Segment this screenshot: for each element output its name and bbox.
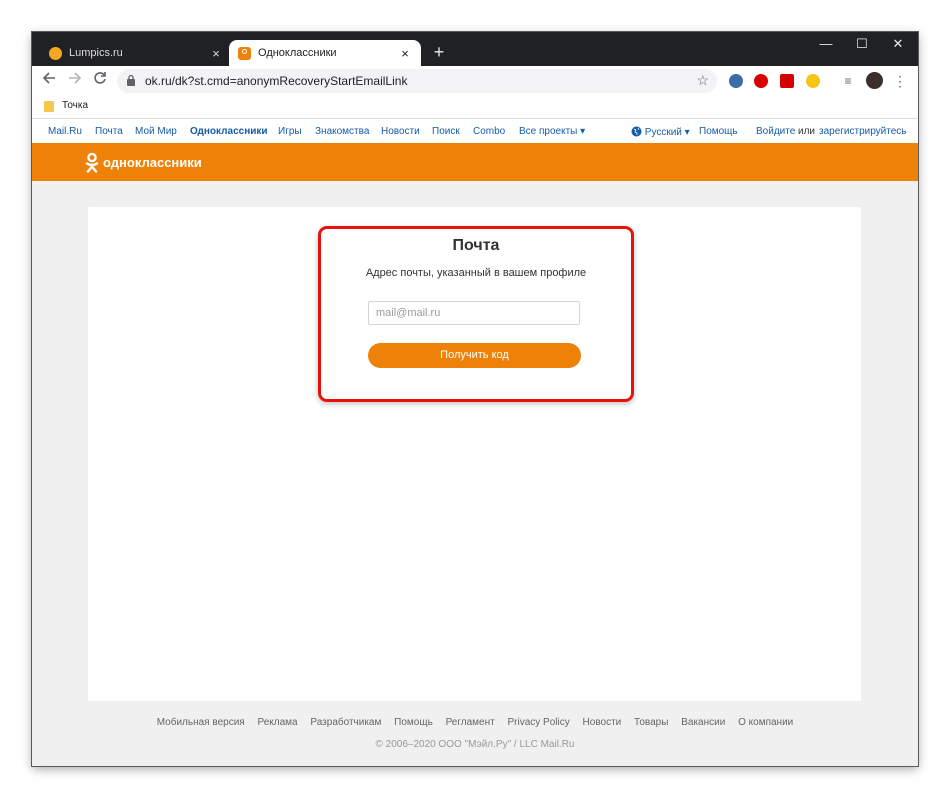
portal-nav: Mail.Ru Почта Мой Мир Одноклассники Игры… — [32, 119, 918, 143]
browser-toolbar: ok.ru/dk?st.cmd=anonymRecoveryStartEmail… — [32, 66, 918, 96]
tab-title: Lumpics.ru — [69, 47, 123, 59]
extension-shield-icon[interactable] — [806, 74, 820, 88]
reload-icon[interactable] — [90, 71, 110, 91]
minimize-button[interactable]: — — [808, 32, 844, 56]
close-window-button[interactable]: ✕ — [880, 32, 916, 56]
login-link[interactable]: Войдите — [756, 126, 795, 137]
ok-logo-icon — [85, 152, 99, 173]
footer-link[interactable]: Новости — [583, 717, 622, 728]
copyright-text: © 2006–2020 ООО "Мэйл.Ру" / LLC Mail.Ru — [375, 739, 575, 750]
get-code-button[interactable]: Получить код — [368, 343, 581, 368]
url-text: ok.ru/dk?st.cmd=anonymRecoveryStartEmail… — [145, 74, 408, 88]
tab-strip: Lumpics.ru × Одноклассники × + — ☐ ✕ — [32, 32, 918, 66]
footer-link[interactable]: Мобильная версия — [157, 717, 245, 728]
portal-link-novosti[interactable]: Новости — [381, 126, 420, 137]
footer-link[interactable]: Товары — [634, 717, 668, 728]
ok-header: одноклассники — [32, 143, 918, 181]
portal-link-pochta[interactable]: Почта — [95, 126, 123, 137]
footer-link[interactable]: Помощь — [394, 717, 433, 728]
portal-help-link[interactable]: Помощь — [699, 126, 738, 137]
footer-link[interactable]: Вакансии — [681, 717, 725, 728]
site-name: одноклассники — [103, 155, 202, 170]
language-label: Русский ▾ — [644, 127, 690, 138]
register-link[interactable]: зарегистрируйтесь — [819, 126, 907, 137]
lock-icon — [127, 74, 135, 86]
footer-link[interactable]: Регламент — [446, 717, 495, 728]
forward-icon[interactable] — [65, 71, 85, 91]
email-field[interactable] — [368, 301, 580, 325]
ok-favicon-icon — [238, 46, 251, 60]
avatar[interactable] — [866, 72, 883, 89]
portal-link-odnoklassniki[interactable]: Одноклассники — [190, 126, 268, 137]
address-bar[interactable]: ok.ru/dk?st.cmd=anonymRecoveryStartEmail… — [117, 69, 717, 93]
browser-window: Lumpics.ru × Одноклассники × + — ☐ ✕ ok.… — [32, 32, 918, 766]
or-text: или — [798, 126, 816, 137]
folder-icon — [44, 101, 54, 112]
footer-link[interactable]: Реклама — [257, 717, 297, 728]
adblock-extension-icon[interactable] — [754, 74, 768, 88]
new-tab-button[interactable]: + — [429, 40, 449, 64]
bookmark-star-icon[interactable]: ☆ — [696, 72, 709, 89]
bookmarks-bar: Точка — [32, 96, 918, 119]
tab-lumpics[interactable]: Lumpics.ru × — [40, 40, 232, 66]
footer-link[interactable]: Privacy Policy — [508, 717, 570, 728]
extension-gear-icon[interactable] — [729, 74, 743, 88]
portal-link-mailru[interactable]: Mail.Ru — [48, 126, 82, 137]
portal-link-moi-mir[interactable]: Мой Мир — [135, 126, 177, 137]
close-tab-icon[interactable]: × — [208, 46, 224, 61]
lumpics-favicon-icon — [49, 46, 62, 60]
footer-link[interactable]: О компании — [738, 717, 793, 728]
bookmark-label: Точка — [62, 100, 89, 111]
footer-link[interactable]: Разработчикам — [310, 717, 381, 728]
form-title: Почта — [452, 237, 500, 254]
maximize-button[interactable]: ☐ — [844, 32, 880, 56]
tab-odnoklassniki[interactable]: Одноклассники × — [229, 40, 421, 66]
portal-link-all-projects[interactable]: Все проекты ▾ — [519, 126, 585, 137]
extension-os-icon[interactable] — [780, 74, 794, 88]
footer-links: Мобильная версия Реклама Разработчикам П… — [32, 717, 918, 728]
form-description: Адрес почты, указанный в вашем профиле — [365, 267, 587, 279]
tab-title: Одноклассники — [258, 47, 337, 59]
portal-link-poisk[interactable]: Поиск — [432, 126, 460, 137]
close-tab-icon[interactable]: × — [397, 46, 413, 61]
portal-link-znakomstva[interactable]: Знакомства — [315, 126, 369, 137]
menu-kebab-icon[interactable]: ⋮ — [890, 71, 910, 91]
back-icon[interactable] — [39, 71, 59, 91]
portal-link-combo[interactable]: Combo — [473, 126, 505, 137]
language-selector[interactable]: Русский ▾ — [631, 126, 690, 138]
reading-list-icon[interactable]: ≡ — [838, 71, 858, 91]
globe-icon — [631, 126, 642, 137]
portal-link-igry[interactable]: Игры — [278, 126, 302, 137]
